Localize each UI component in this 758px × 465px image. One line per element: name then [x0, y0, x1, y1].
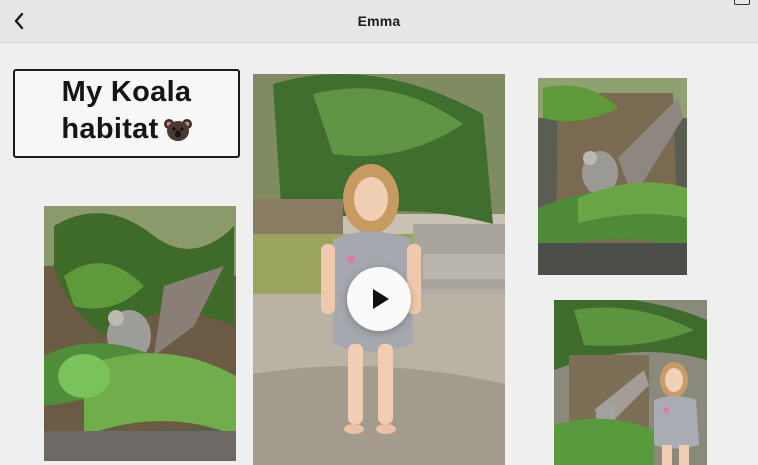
koala-face-icon — [163, 116, 192, 153]
menu-icon[interactable] — [734, 0, 750, 5]
navigation-bar: Emma — [0, 0, 758, 43]
girl-with-habitat-photo[interactable] — [554, 300, 707, 465]
play-icon — [373, 289, 389, 309]
title-card[interactable]: My Koala habitat — [13, 69, 240, 158]
play-button[interactable] — [347, 267, 411, 331]
title-line-1: My Koala — [61, 76, 192, 108]
title-line-2: habitat — [61, 111, 192, 153]
page-title: Emma — [357, 13, 401, 29]
koala-habitat-photo-1[interactable] — [44, 206, 236, 461]
koala-habitat-photo-2[interactable] — [538, 78, 687, 275]
title-line-2-text: habitat — [61, 113, 159, 145]
